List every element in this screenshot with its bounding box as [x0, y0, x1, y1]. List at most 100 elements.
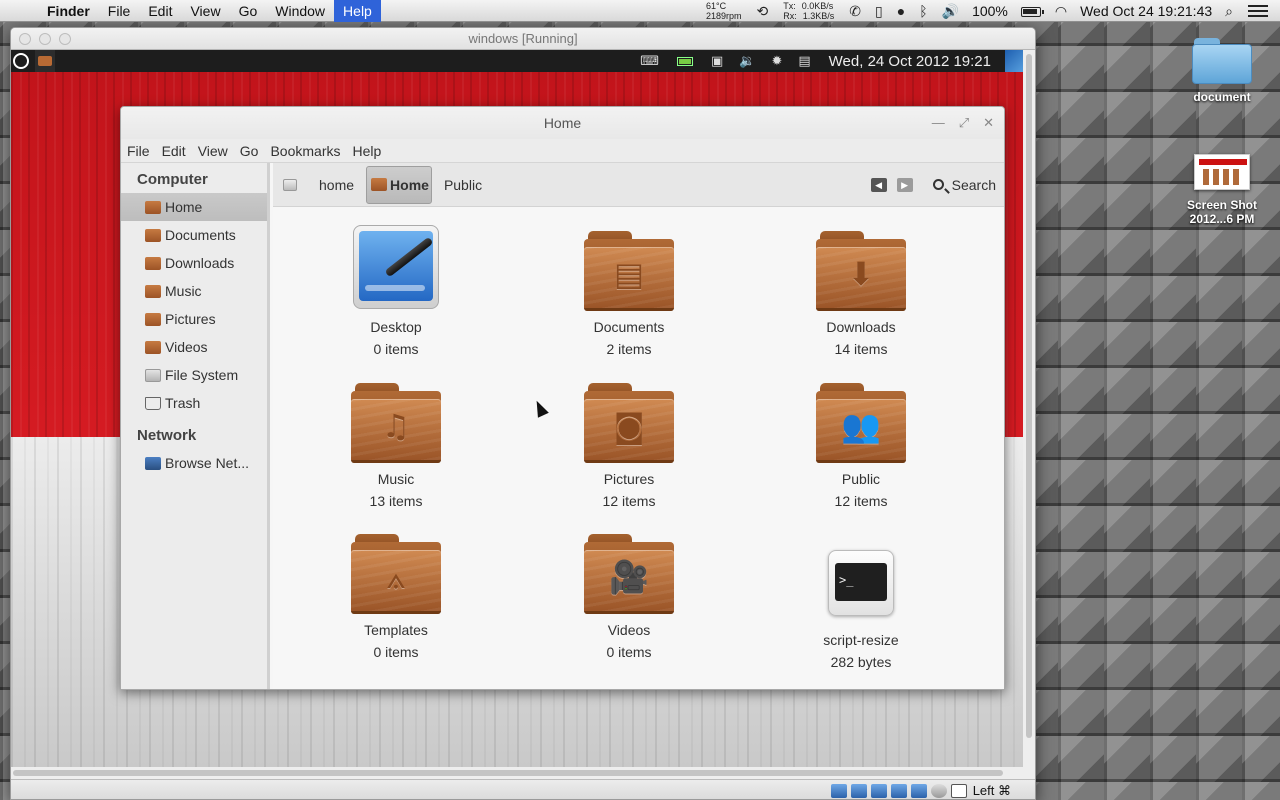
maximize-icon[interactable]: ⤢	[959, 107, 969, 139]
network-throughput[interactable]: Tx: 0.0KB/s Rx: 1.3KB/s	[775, 1, 842, 21]
activities-icon[interactable]	[13, 53, 29, 69]
folder-icon	[145, 200, 161, 214]
usb-icon[interactable]	[910, 783, 927, 798]
sidebar-item-browse-network[interactable]: Browse Net...	[121, 449, 267, 477]
device-icon[interactable]: ▯	[868, 0, 890, 22]
sidebar-item-videos[interactable]: Videos	[121, 333, 267, 361]
optical-drive-icon[interactable]	[850, 783, 867, 798]
desktop-icon-document[interactable]: document	[1182, 38, 1262, 104]
menu-app-name[interactable]: Finder	[38, 0, 99, 22]
breadcrumb-home-current[interactable]: Home	[366, 165, 432, 204]
nautilus-titlebar[interactable]: Home — ⤢ ✕	[121, 107, 1004, 139]
sidebar-item-pictures[interactable]: Pictures	[121, 305, 267, 333]
drive-icon	[145, 368, 161, 382]
breadcrumb-home-root[interactable]: home	[309, 166, 364, 204]
time-machine-icon[interactable]: ⟲	[750, 0, 776, 22]
menu-edit[interactable]: Edit	[139, 0, 181, 22]
network-icon	[145, 456, 161, 470]
forward-arrow-icon[interactable]: ▶	[896, 177, 913, 192]
minimize-icon[interactable]	[39, 33, 51, 45]
battery-percent[interactable]: 100%	[966, 0, 1014, 22]
folder-videos-icon: 🎥	[584, 534, 674, 614]
network-adapter-icon[interactable]	[870, 783, 887, 798]
file-count: 0 items	[606, 644, 652, 660]
file-item-public[interactable]: 👥 Public 12 items	[786, 383, 936, 509]
file-name: Public	[841, 471, 881, 487]
shared-folder-icon[interactable]	[890, 783, 907, 798]
menu-view[interactable]: View	[192, 139, 234, 163]
nautilus-window: Home — ⤢ ✕ File Edit View Go Bookmarks H…	[120, 106, 1005, 690]
notification-center-icon[interactable]	[1248, 4, 1268, 18]
sidebar-item-home[interactable]: Home	[121, 193, 267, 221]
file-item-music[interactable]: ♫ Music 13 items	[321, 383, 471, 509]
menu-bookmarks[interactable]: Bookmarks	[264, 139, 346, 163]
menu-file[interactable]: File	[121, 139, 156, 163]
file-view[interactable]: Desktop 0 items ▤ Documents 2 items ⬇ Do…	[273, 207, 1004, 689]
file-item-pictures[interactable]: ◙ Pictures 12 items	[554, 383, 704, 509]
close-icon[interactable]	[19, 33, 31, 45]
close-icon[interactable]: ✕	[983, 107, 994, 139]
breadcrumb-public[interactable]: Public	[434, 166, 492, 204]
back-arrow-icon[interactable]: ◀	[870, 177, 887, 192]
folder-public-icon: 👥	[816, 383, 906, 463]
zoom-icon[interactable]	[59, 33, 71, 45]
temperature-readout[interactable]: 61°C 2189rpm	[698, 1, 750, 21]
vbox-titlebar[interactable]: windows [Running]	[11, 28, 1035, 50]
search-button[interactable]: Search	[932, 177, 996, 193]
menu-view[interactable]: View	[181, 0, 229, 22]
file-name: Downloads	[826, 319, 896, 335]
sidebar-item-downloads[interactable]: Downloads	[121, 249, 267, 277]
phone-icon[interactable]: ✆	[842, 0, 868, 22]
volume-icon[interactable]: 🔉	[731, 50, 763, 72]
panel-clock[interactable]: Wed, 24 Oct 2012 19:21	[819, 53, 1005, 70]
menu-window[interactable]: Window	[266, 0, 334, 22]
menu-file[interactable]: File	[99, 0, 140, 22]
virtualbox-window: windows [Running] ⌨ ▣ 🔉 ✹ ▤ Wed, 24 Oct …	[10, 27, 1036, 800]
hard-disk-icon[interactable]	[830, 783, 847, 798]
notification-icon[interactable]: ▤	[790, 50, 818, 72]
battery-icon[interactable]	[1014, 0, 1048, 22]
file-item-documents[interactable]: ▤ Documents 2 items	[554, 231, 704, 357]
minimize-icon[interactable]: —	[932, 107, 945, 139]
file-item-downloads[interactable]: ⬇ Downloads 14 items	[786, 231, 936, 357]
menubar-clock[interactable]: Wed Oct 24 19:21:43	[1074, 0, 1218, 22]
file-item-desktop[interactable]: Desktop 0 items	[321, 223, 471, 357]
vbox-vertical-scrollbar[interactable]	[1023, 50, 1035, 767]
keyboard-capture-icon[interactable]	[950, 783, 967, 798]
file-manager-launcher[interactable]	[35, 50, 55, 72]
menu-go[interactable]: Go	[230, 0, 267, 22]
vbox-horizontal-scrollbar[interactable]	[11, 767, 1035, 779]
sidebar-heading-network: Network	[137, 427, 197, 444]
clipboard-icon[interactable]: ▣	[703, 50, 731, 72]
folder-templates-icon: ⟑	[351, 534, 441, 614]
drive-icon[interactable]	[283, 178, 297, 191]
sidebar-item-label: Browse Net...	[165, 455, 250, 471]
volume-icon[interactable]: 🔊	[935, 0, 966, 22]
bluetooth-icon[interactable]: ᛒ	[912, 0, 934, 22]
file-item-script-resize[interactable]: >_ script-resize 282 bytes	[786, 538, 936, 670]
menu-help[interactable]: Help	[347, 139, 388, 163]
guest-corner-icon[interactable]	[1005, 50, 1025, 72]
window-controls: — ⤢ ✕	[932, 107, 994, 139]
sidebar-item-file-system[interactable]: File System	[121, 361, 267, 389]
sidebar-item-music[interactable]: Music	[121, 277, 267, 305]
settings-gear-icon[interactable]: ✹	[763, 50, 790, 72]
file-item-templates[interactable]: ⟑ Templates 0 items	[321, 534, 471, 660]
breadcrumb-label: Home	[390, 176, 429, 193]
spotlight-icon[interactable]: ⌕	[1218, 0, 1240, 22]
screenshot-thumbnail-icon	[1194, 154, 1250, 190]
file-item-videos[interactable]: 🎥 Videos 0 items	[554, 534, 704, 660]
mouse-integration-icon[interactable]	[930, 783, 947, 798]
battery-icon[interactable]	[676, 56, 693, 66]
rpm-value: 2189rpm	[706, 10, 742, 21]
menu-go[interactable]: Go	[234, 139, 265, 163]
sidebar-item-trash[interactable]: Trash	[121, 389, 267, 417]
sidebar-item-documents[interactable]: Documents	[121, 221, 267, 249]
menu-help[interactable]: Help	[334, 0, 381, 22]
keyboard-icon[interactable]: ⌨	[632, 50, 667, 72]
guest-screen[interactable]: ⌨ ▣ 🔉 ✹ ▤ Wed, 24 Oct 2012 19:21 Home — …	[11, 50, 1025, 767]
menu-edit[interactable]: Edit	[156, 139, 192, 163]
desktop-icon-screenshot[interactable]: Screen Shot 2012...6 PM	[1182, 154, 1262, 226]
wifi-icon[interactable]: ◠	[1048, 0, 1074, 22]
cocktail-icon[interactable]: ●	[890, 0, 912, 22]
